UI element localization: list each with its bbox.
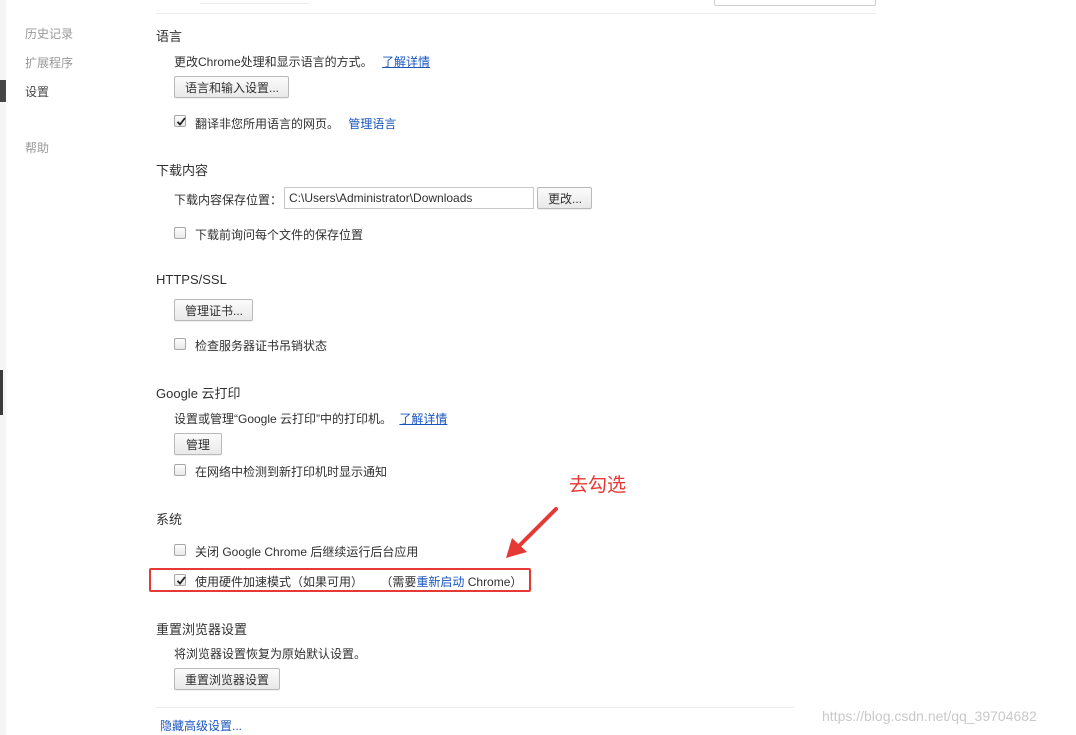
cloud-print-description: 设置或管理“Google 云打印”中的打印机。 了解详情 xyxy=(174,410,447,427)
arrow-icon xyxy=(506,507,558,558)
top-cut-element xyxy=(200,0,310,4)
download-location-field[interactable]: C:\Users\Administrator\Downloads xyxy=(284,187,534,209)
cloud-print-manage-button[interactable]: 管理 xyxy=(174,433,222,455)
hide-advanced-settings-link[interactable]: 隐藏高级设置... xyxy=(160,717,242,734)
section-title-system: 系统 xyxy=(156,512,183,527)
annotation-highlight-box xyxy=(149,568,531,592)
ask-save-location-checkbox[interactable] xyxy=(174,227,186,239)
language-learn-more-link[interactable]: 了解详情 xyxy=(382,55,430,69)
section-title-downloads: 下载内容 xyxy=(156,163,209,178)
change-download-location-button[interactable]: 更改... xyxy=(537,187,592,209)
background-apps-label: 关闭 Google Chrome 后继续运行后台应用 xyxy=(195,545,419,559)
cert-revocation-label: 检查服务器证书吊销状态 xyxy=(195,339,328,353)
cert-revocation-checkbox[interactable] xyxy=(174,338,186,350)
section-title-https: HTTPS/SSL xyxy=(156,272,227,287)
background-apps-checkbox[interactable] xyxy=(174,544,186,556)
top-divider xyxy=(156,13,876,14)
ask-save-location-label: 下载前询问每个文件的保存位置 xyxy=(195,228,364,242)
section-title-language: 语言 xyxy=(156,29,183,44)
section-title-cloud-print: Google 云打印 xyxy=(156,386,241,401)
language-input-settings-button[interactable]: 语言和输入设置... xyxy=(174,76,289,98)
section-title-reset: 重置浏览器设置 xyxy=(156,622,248,637)
language-description-text: 更改Chrome处理和显示语言的方式。 xyxy=(174,55,373,69)
manage-languages-link[interactable]: 管理语言 xyxy=(348,117,396,131)
bottom-divider xyxy=(156,707,794,708)
translate-checkbox[interactable] xyxy=(174,115,186,127)
settings-main: 语言 更改Chrome处理和显示语言的方式。 了解详情 语言和输入设置... 翻… xyxy=(0,0,1076,735)
translate-label: 翻译非您所用语言的网页。 xyxy=(195,117,340,131)
top-cut-field xyxy=(714,0,876,6)
checkmark-icon xyxy=(176,117,186,126)
cloud-print-learn-more-link[interactable]: 了解详情 xyxy=(399,412,447,426)
reset-browser-settings-button[interactable]: 重置浏览器设置 xyxy=(174,668,280,690)
new-printer-notify-label: 在网络中检测到新打印机时显示通知 xyxy=(195,465,388,479)
new-printer-notify-checkbox[interactable] xyxy=(174,464,186,476)
manage-certificates-button[interactable]: 管理证书... xyxy=(174,299,253,321)
translate-label-row: 翻译非您所用语言的网页。 管理语言 xyxy=(195,115,396,132)
annotation-text: 去勾选 xyxy=(569,475,627,496)
cloud-print-description-text: 设置或管理“Google 云打印”中的打印机。 xyxy=(174,412,393,426)
reset-description: 将浏览器设置恢复为原始默认设置。 xyxy=(174,647,367,661)
watermark: https://blog.csdn.net/qq_39704682 xyxy=(822,708,1037,724)
download-location-label: 下载内容保存位置： xyxy=(174,193,283,207)
language-description: 更改Chrome处理和显示语言的方式。 了解详情 xyxy=(174,53,430,70)
